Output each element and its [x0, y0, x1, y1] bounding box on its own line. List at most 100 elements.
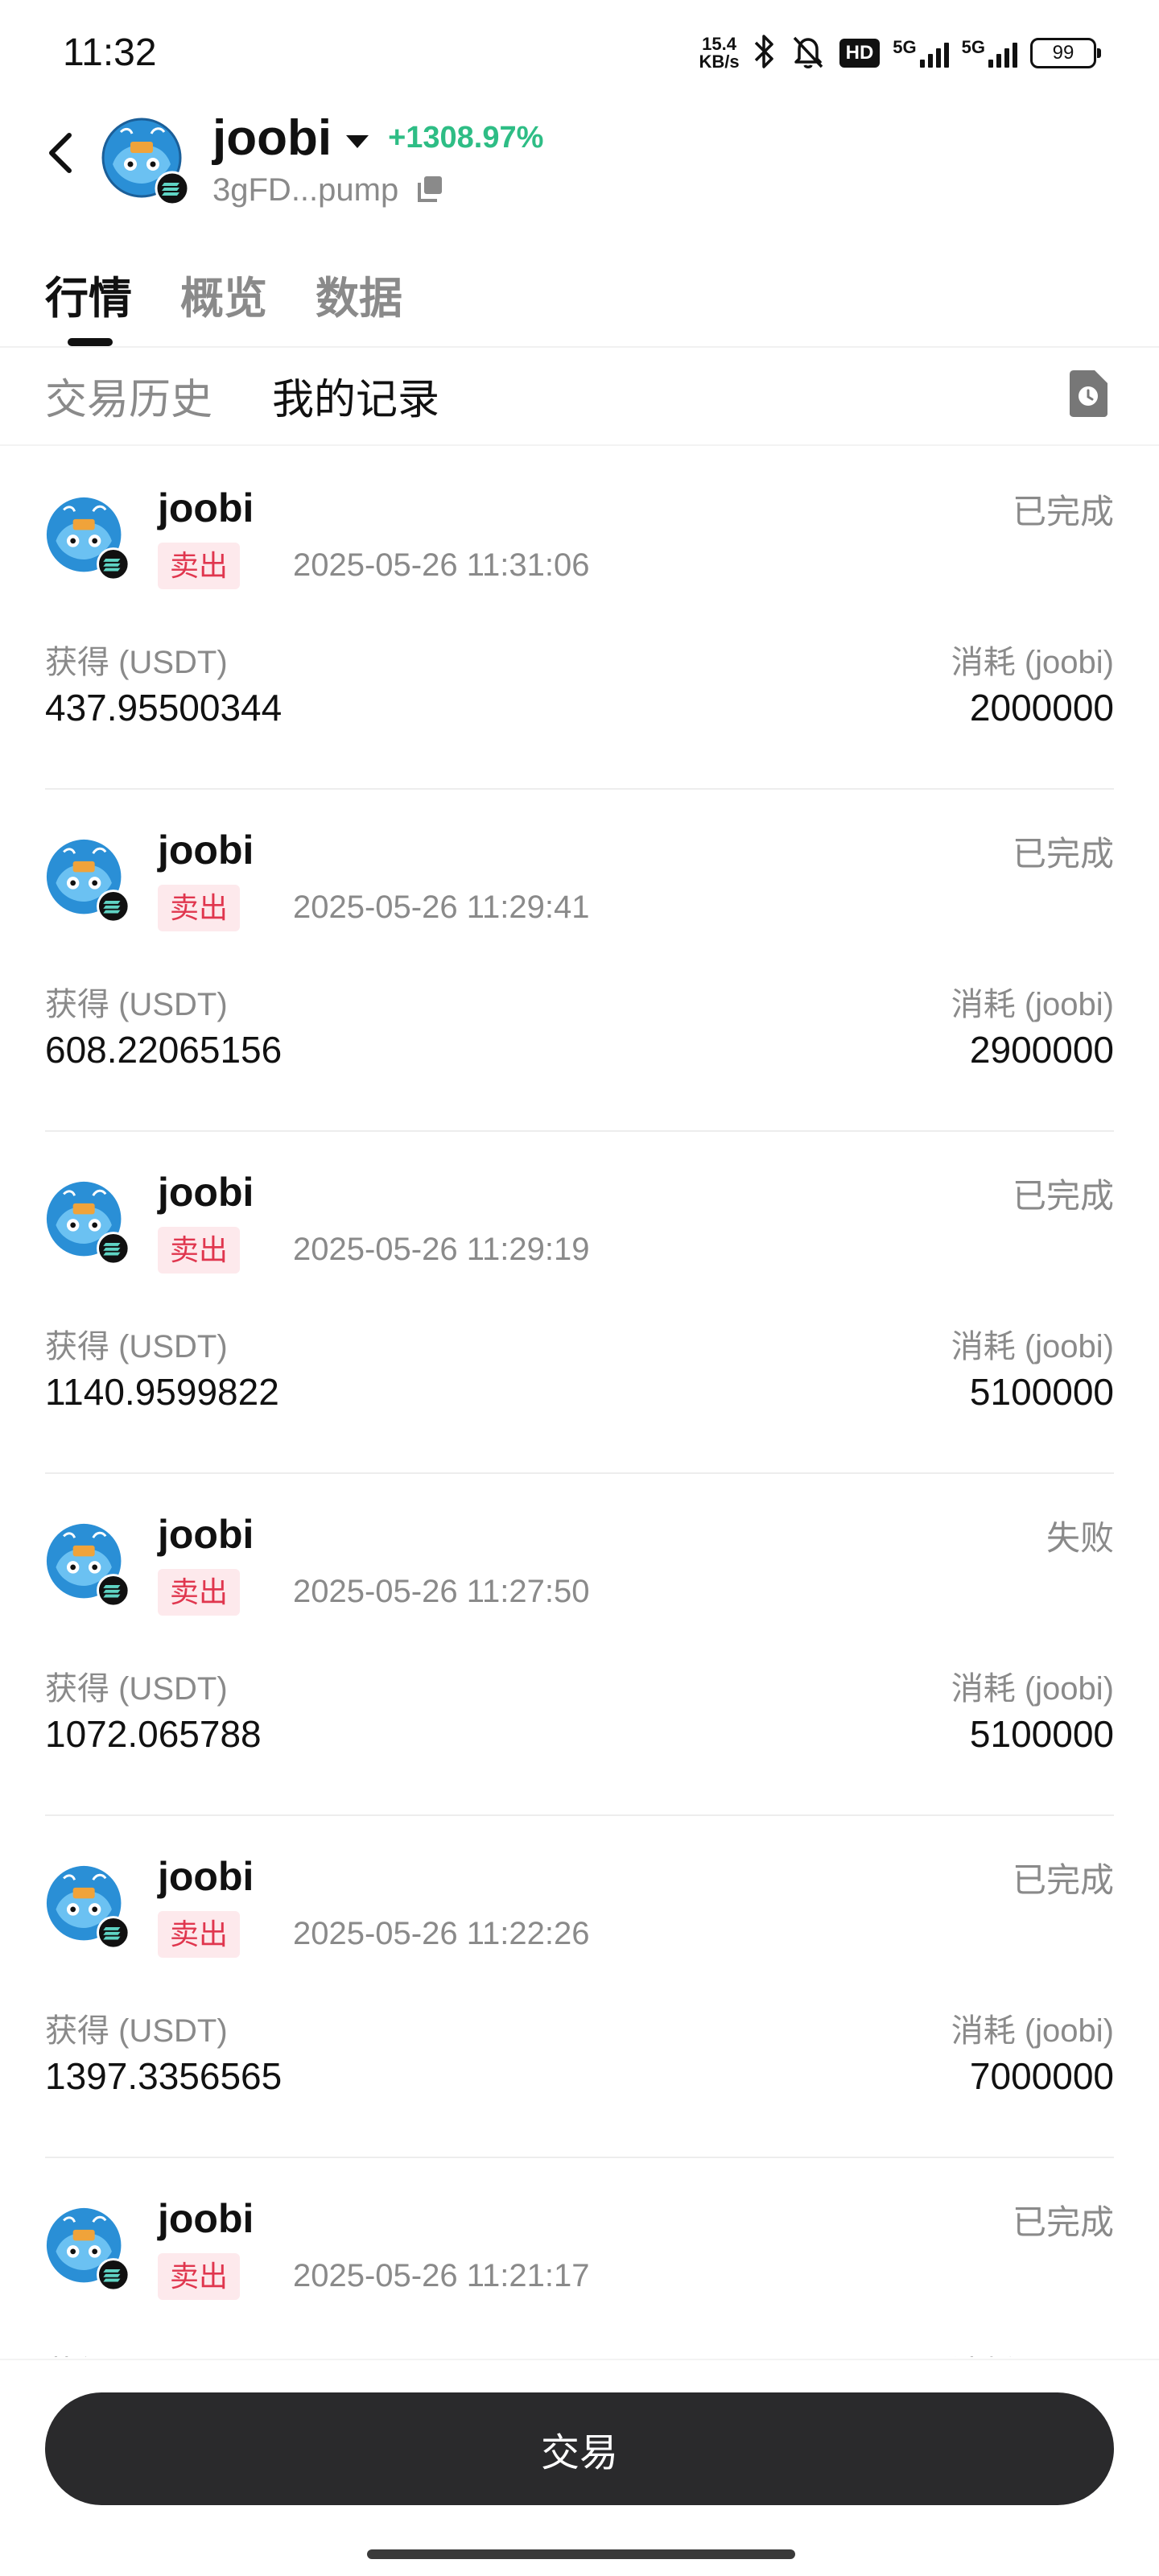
- receive-value: 608.22065156: [45, 1029, 283, 1071]
- tab-market[interactable]: 行情: [45, 262, 132, 326]
- record-token-name: joobi: [158, 2196, 254, 2241]
- main-tabs: 行情 概览 数据: [0, 258, 1159, 348]
- status-icons: 15.4 KB/s HD 5G 5G 99: [699, 29, 1101, 77]
- spend-label: 消耗 (joobi): [951, 645, 1114, 680]
- spend-value: 5100000: [969, 1371, 1114, 1413]
- token-avatar: [45, 2207, 130, 2292]
- status-time: 11:32: [63, 31, 157, 74]
- record-time: 2025-05-26 11:21:17: [293, 2258, 590, 2293]
- record-token-name: joobi: [158, 1170, 254, 1215]
- trade-button[interactable]: 交易: [45, 2392, 1114, 2505]
- record-status: 已完成: [1012, 1861, 1114, 1899]
- sell-badge: 卖出: [158, 1569, 241, 1616]
- home-indicator[interactable]: [367, 2549, 795, 2559]
- token-avatar: [45, 838, 130, 923]
- record-token-name: joobi: [158, 1854, 254, 1899]
- token-name: joobi: [212, 110, 332, 166]
- record-token-name: joobi: [158, 828, 254, 873]
- tab-my-records[interactable]: 我的记录: [272, 365, 439, 426]
- battery-level: 99: [1052, 42, 1074, 64]
- record-time: 2025-05-26 11:29:19: [293, 1232, 590, 1267]
- network-speed-unit: KB/s: [699, 52, 740, 72]
- spend-value: 7000000: [969, 2055, 1114, 2097]
- sell-badge: 卖出: [158, 1911, 241, 1958]
- sell-badge: 卖出: [158, 2253, 241, 2300]
- spend-label: 消耗 (joobi): [951, 2347, 1114, 2357]
- hd-badge: HD: [839, 39, 881, 68]
- record-item[interactable]: joobi 已完成 卖出 2025-05-26 11:29:41 获得 (USD…: [45, 790, 1114, 1132]
- record-status: 已完成: [1012, 2203, 1114, 2241]
- receive-label: 获得 (USDT): [45, 2013, 228, 2049]
- token-avatar: [45, 1522, 130, 1608]
- receive-label: 获得 (USDT): [45, 987, 228, 1022]
- token-avatar: [101, 118, 190, 206]
- record-token-name: joobi: [158, 485, 254, 530]
- record-time: 2025-05-26 11:22:26: [293, 1916, 590, 1951]
- receive-value: 1140.9599822: [45, 1371, 279, 1413]
- signal-bars-icon: [919, 39, 949, 68]
- network-label-1: 5G: [893, 37, 917, 57]
- page: 11:32 15.4 KB/s HD 5G 5G 99 joobi +1308.…: [0, 0, 1159, 2576]
- record-item[interactable]: joobi 失败 卖出 2025-05-26 11:27:50 获得 (USDT…: [45, 1474, 1114, 1816]
- tab-overview[interactable]: 概览: [180, 262, 267, 326]
- record-item[interactable]: joobi 已完成 卖出 2025-05-26 11:29:19 获得 (USD…: [45, 1132, 1114, 1474]
- document-icon[interactable]: [1066, 369, 1109, 419]
- sell-badge: 卖出: [158, 1227, 241, 1274]
- sell-badge: 卖出: [158, 885, 241, 931]
- price-change: +1308.97%: [388, 121, 544, 155]
- back-button[interactable]: [35, 127, 87, 179]
- record-item[interactable]: joobi 已完成 卖出 2025-05-26 11:21:17 获得 (USD…: [45, 2158, 1114, 2357]
- token-avatar: [45, 1864, 130, 1950]
- token-header: joobi +1308.97% 3gFD...pump: [0, 105, 1159, 225]
- chevron-left-icon: [49, 133, 72, 173]
- caret-down-icon: [346, 134, 369, 148]
- record-item[interactable]: joobi 已完成 卖出 2025-05-26 11:22:26 获得 (USD…: [45, 1816, 1114, 2158]
- receive-value: 1397.3356565: [45, 2055, 283, 2097]
- spend-label: 消耗 (joobi): [951, 2013, 1114, 2049]
- record-status: 已完成: [1012, 493, 1114, 530]
- record-status: 已完成: [1012, 1177, 1114, 1215]
- signal-2: 5G: [962, 39, 1017, 68]
- signal-1: 5G: [893, 37, 949, 68]
- bluetooth-icon: [753, 33, 777, 74]
- token-address-row: 3gFD...pump: [212, 172, 443, 208]
- network-speed: 15.4 KB/s: [699, 35, 739, 71]
- receive-label: 获得 (USDT): [45, 645, 228, 680]
- bottom-bar: 交易: [0, 2359, 1159, 2576]
- record-token-name: joobi: [158, 1512, 254, 1557]
- record-status: 失败: [1046, 1519, 1114, 1557]
- spend-value: 2900000: [969, 1029, 1114, 1071]
- network-label-2: 5G: [961, 37, 985, 57]
- sell-badge: 卖出: [158, 543, 241, 589]
- spend-label: 消耗 (joobi): [951, 987, 1114, 1022]
- copy-icon[interactable]: [416, 175, 443, 206]
- record-item[interactable]: joobi 已完成 卖出 2025-05-26 11:31:06 获得 (USD…: [45, 448, 1114, 790]
- receive-label: 获得 (USDT): [45, 1329, 228, 1364]
- record-time: 2025-05-26 11:31:06: [293, 547, 590, 583]
- sub-tabs: 交易历史 我的记录: [0, 349, 1159, 446]
- muted-bell-icon: [790, 33, 827, 74]
- status-bar: 11:32 15.4 KB/s HD 5G 5G 99: [0, 0, 1159, 105]
- token-avatar: [45, 496, 130, 581]
- record-status: 已完成: [1012, 835, 1114, 873]
- record-time: 2025-05-26 11:27:50: [293, 1574, 590, 1609]
- spend-label: 消耗 (joobi): [951, 1329, 1114, 1364]
- token-avatar: [45, 1180, 130, 1265]
- token-address: 3gFD...pump: [212, 172, 399, 208]
- battery-icon: 99: [1030, 38, 1101, 68]
- record-time: 2025-05-26 11:29:41: [293, 890, 590, 925]
- records-list: joobi 已完成 卖出 2025-05-26 11:31:06 获得 (USD…: [0, 448, 1159, 2357]
- tab-trade-history[interactable]: 交易历史: [45, 365, 212, 426]
- network-speed-value: 15.4: [702, 34, 736, 54]
- receive-value: 1072.065788: [45, 1713, 262, 1755]
- token-title[interactable]: joobi +1308.97%: [212, 109, 543, 167]
- receive-label: 获得 (USDT): [45, 1671, 228, 1707]
- receive-label: 获得 (USDT): [45, 2347, 228, 2357]
- tab-data[interactable]: 数据: [316, 262, 402, 326]
- spend-value: 5100000: [969, 1713, 1114, 1755]
- spend-value: 2000000: [969, 687, 1114, 729]
- receive-value: 437.95500344: [45, 687, 283, 729]
- spend-label: 消耗 (joobi): [951, 1671, 1114, 1707]
- active-tab-underline: [68, 338, 113, 346]
- signal-bars-icon: [988, 39, 1017, 68]
